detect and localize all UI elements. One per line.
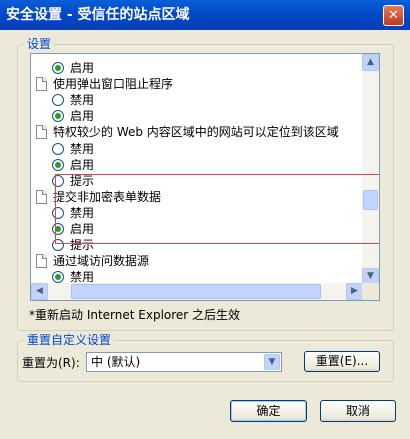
setting-heading-label: 特权较少的 Web 内容区域中的网站可以定位到该区域 xyxy=(53,125,339,140)
chevron-left-icon: ◀ xyxy=(36,286,43,296)
scroll-left-button[interactable]: ◀ xyxy=(31,283,48,300)
radio-button-checked[interactable] xyxy=(52,271,64,284)
radio-option[interactable]: 启用 xyxy=(52,157,94,173)
settings-list-content: 启用 使用弹出窗口阻止程序 禁用 启用 特权较少的 Web 内容区域中的网站可以定位到该… xyxy=(31,54,363,286)
highlight-annotation-box xyxy=(55,174,379,244)
setting-heading: 特权较少的 Web 内容区域中的网站可以定位到该区域 xyxy=(36,124,339,140)
cancel-button[interactable]: 取消 xyxy=(320,400,396,422)
setting-heading-label: 通过域访问数据源 xyxy=(53,254,150,269)
restart-note: *重新启动 Internet Explorer 之后生效 xyxy=(29,308,241,322)
horizontal-scroll-thumb[interactable] xyxy=(71,284,321,299)
chevron-right-icon: ▶ xyxy=(351,286,358,296)
reset-level-select[interactable]: 中 (默认) ▼ xyxy=(86,352,282,372)
radio-option-label: 启用 xyxy=(70,61,95,75)
reset-button[interactable]: 重置(E)... xyxy=(304,351,380,372)
window-title: 安全设置 - 受信任的站点区域 xyxy=(6,7,190,23)
setting-heading: 通过域访问数据源 xyxy=(36,253,149,269)
radio-option[interactable]: 禁用 xyxy=(52,141,94,157)
setting-heading: 使用弹出窗口阻止程序 xyxy=(36,76,173,92)
document-icon xyxy=(36,77,47,92)
radio-option-label: 启用 xyxy=(70,109,95,124)
vertical-scrollbar[interactable]: ▲ ▼ xyxy=(362,54,379,285)
scrollbar-corner xyxy=(362,283,379,300)
radio-option[interactable]: 禁用 xyxy=(52,92,94,108)
horizontal-scrollbar[interactable]: ◀ ▶ xyxy=(31,283,363,300)
close-icon: ✕ xyxy=(388,8,399,23)
settings-list[interactable]: 启用 使用弹出窗口阻止程序 禁用 启用 特权较少的 Web 内容区域中的网站可以定位到该… xyxy=(30,53,380,301)
dropdown-button[interactable]: ▼ xyxy=(264,354,280,370)
radio-button-checked[interactable] xyxy=(52,62,64,74)
radio-option-label: 禁用 xyxy=(70,93,95,108)
setting-heading-label: 使用弹出窗口阻止程序 xyxy=(53,77,174,92)
scroll-up-button[interactable]: ▲ xyxy=(362,54,379,71)
document-icon xyxy=(36,125,47,140)
radio-button[interactable] xyxy=(52,142,64,155)
security-settings-dialog: 安全设置 - 受信任的站点区域 ✕ 设置 启用 使用弹出窗口阻止程序 禁用 启用 特权较… xyxy=(0,0,410,439)
chevron-down-icon: ▼ xyxy=(268,357,276,367)
radio-option-label: 启用 xyxy=(70,157,95,172)
chevron-down-icon: ▼ xyxy=(367,271,374,281)
document-icon xyxy=(36,254,47,269)
radio-button[interactable] xyxy=(52,94,64,107)
close-button[interactable]: ✕ xyxy=(383,5,404,26)
radio-option[interactable]: 启用 xyxy=(52,60,94,76)
reset-group-caption: 重置自定义设置 xyxy=(24,332,115,348)
document-icon xyxy=(36,189,47,204)
radio-option-label: 禁用 xyxy=(70,141,95,156)
reset-button-label: 重置(E)... xyxy=(315,354,369,368)
cancel-button-label: 取消 xyxy=(345,404,370,418)
radio-option[interactable]: 启用 xyxy=(52,108,94,124)
ok-button-label: 确定 xyxy=(256,404,281,418)
scroll-right-button[interactable]: ▶ xyxy=(346,283,363,300)
title-bar: 安全设置 - 受信任的站点区域 ✕ xyxy=(0,0,410,30)
radio-button-checked[interactable] xyxy=(52,110,64,123)
settings-group-caption: 设置 xyxy=(24,36,55,52)
ok-button[interactable]: 确定 xyxy=(230,400,307,422)
reset-level-value: 中 (默认) xyxy=(91,355,141,369)
radio-button-checked[interactable] xyxy=(52,158,64,171)
chevron-up-icon: ▲ xyxy=(367,57,374,67)
reset-to-label: 重置为(R): xyxy=(22,356,80,370)
